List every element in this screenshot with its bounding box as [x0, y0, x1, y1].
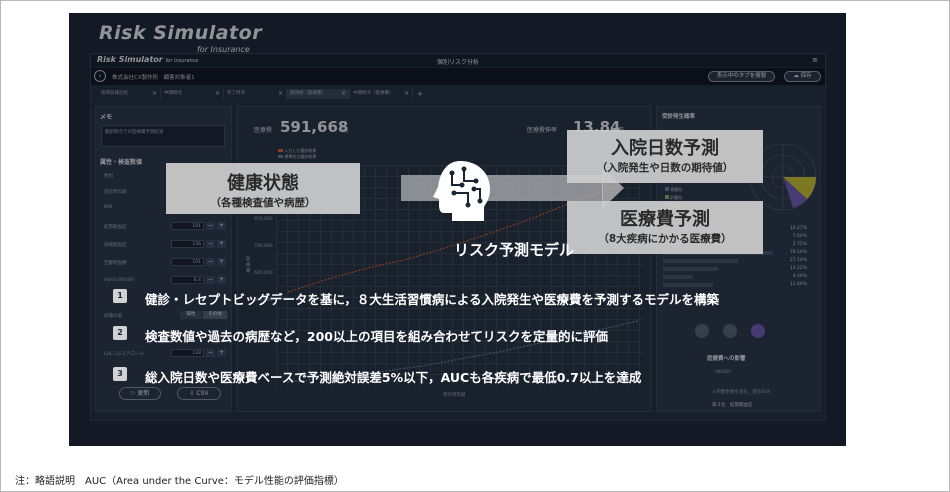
model-label: リスク予測モデル	[454, 241, 575, 259]
hospitalization-box: 入院日数予測 （入院発生や日数の期待値）	[567, 130, 763, 183]
hosp-title: 入院日数予測	[611, 138, 719, 159]
footnote: 注：略語説明 AUC（Area under the Curve：モデル性能の評価…	[15, 476, 344, 487]
bullet-text-3: 総入院日数や医療費ベースで予測絶対誤差5%以下，AUCも各疾病で最低0.7以上を…	[145, 370, 642, 385]
figure-frame: Risk Simulator for Insurance Risk Simula…	[0, 0, 950, 492]
health-subtitle: （各種検査値や病歴）	[210, 197, 316, 209]
bullet-number-2: 2	[113, 326, 127, 340]
bullet-number-3: 3	[113, 367, 127, 381]
health-status-box: 健康状態 （各種検査値や病歴）	[166, 163, 360, 214]
medical-cost-box: 医療費予測 （8大疾病にかかる医療費）	[567, 201, 763, 254]
cost-pred-subtitle: （8大疾病にかかる医療費）	[598, 233, 732, 245]
health-title: 健康状態	[227, 173, 299, 194]
cost-pred-title: 医療費予測	[620, 209, 710, 230]
app-screenshot: Risk Simulator for Insurance Risk Simula…	[69, 13, 846, 446]
bullet-text-1: 健診・レセプトビッグデータを基に，８大生活習慣病による入院発生や医療費を予測する…	[145, 292, 720, 307]
bullet-number-1: 1	[113, 289, 127, 303]
bullet-text-2: 検査数値や過去の病歴など，200以上の項目を組み合わせてリスクを定量的に評価	[145, 329, 608, 344]
ai-head-icon	[433, 161, 490, 221]
hosp-subtitle: （入院発生や日数の期待値）	[596, 162, 734, 174]
